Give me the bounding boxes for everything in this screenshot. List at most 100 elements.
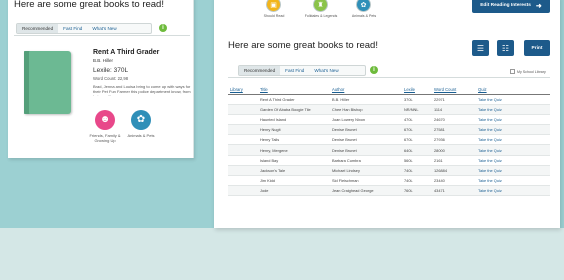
cell-word-count: 28000 — [432, 144, 476, 156]
cell-library — [228, 175, 258, 187]
castle-icon: ♜ — [317, 1, 324, 9]
paw-icon: ✿ — [360, 1, 367, 9]
person-icon: ☻ — [99, 114, 111, 125]
tab-whats-new[interactable]: What's New — [87, 24, 121, 33]
cell-lexile: 560L — [402, 155, 432, 166]
cell-lexile: 670L — [402, 124, 432, 136]
tab-fast-find[interactable]: Fast Find — [280, 66, 309, 75]
table-row[interactable]: Jim Kidd Sid Fleischman 740L 23440 Take the … — [228, 175, 550, 187]
cell-title: Henry Tails — [258, 134, 330, 146]
column-header-lexile[interactable]: Lexile — [402, 85, 432, 95]
info-icon[interactable]: i — [370, 66, 378, 74]
column-header-title[interactable]: Title — [258, 85, 330, 95]
cell-quiz-link[interactable]: Take the Quiz — [476, 124, 550, 136]
cell-title: Jackson's Tale — [258, 165, 330, 177]
table-row[interactable]: Haunted Island Joan Lowery Nixon 470L 24670… — [228, 114, 550, 126]
edit-reading-interests-button[interactable]: Edit Reading Interests ➜ — [472, 0, 550, 13]
book-title[interactable]: Rent A Third Grader — [93, 49, 159, 56]
page-title: Here are some great books to read! — [228, 40, 378, 51]
cell-author: Sid Fleischman — [330, 175, 402, 187]
cell-library — [228, 134, 258, 146]
category-animals-pets[interactable]: ✿ — [356, 0, 371, 12]
book-lexile: Lexile: 370L — [93, 67, 129, 74]
print-button[interactable]: Print — [524, 40, 550, 56]
paw-icon: ✿ — [136, 114, 146, 125]
column-header-word-count[interactable]: Word Count — [432, 85, 476, 95]
my-school-library-checkbox[interactable] — [510, 69, 515, 74]
book-list-tabs: Recommended Fast Find What's New — [16, 23, 152, 34]
tab-recommended[interactable]: Recommended — [239, 66, 281, 75]
my-school-library-label: My School Library — [517, 69, 546, 74]
book-cover[interactable] — [24, 51, 71, 114]
table-row[interactable]: Island Bay Barbara Cumbra 560L 2161 Take the… — [228, 155, 550, 166]
print-button-label: Print — [531, 45, 543, 51]
cell-lexile: NR/NNL — [402, 104, 432, 115]
cell-quiz-link[interactable]: Take the Quiz — [476, 104, 550, 115]
book-author: B.B. Hiller — [93, 58, 114, 63]
cell-author: Joan Lowery Nixon — [330, 114, 402, 126]
book-icon: ▣ — [270, 1, 277, 9]
list-view-button[interactable]: ☰ — [472, 40, 489, 56]
table-body: Rent A Third Grader B.B. Hiller 370L 22971 T… — [228, 94, 550, 197]
cell-lexile: 640L — [402, 144, 432, 156]
detail-view-button[interactable]: ☷ — [497, 40, 514, 56]
category-folktales-legends[interactable]: ♜ — [313, 0, 328, 12]
table-row[interactable]: Rent A Third Grader B.B. Hiller 370L 22971 T… — [228, 94, 550, 105]
cell-quiz-link[interactable]: Take the Quiz — [476, 155, 550, 166]
cell-quiz-link[interactable]: Take the Quiz — [476, 134, 550, 146]
table-header-row: Library Title Author Lexile Word Count Q… — [228, 85, 550, 95]
cell-quiz-link[interactable]: Take the Quiz — [476, 165, 550, 177]
column-header-library[interactable]: Library — [228, 85, 258, 95]
tab-recommended[interactable]: Recommended — [17, 24, 59, 33]
column-header-author[interactable]: Author — [330, 85, 402, 95]
cell-quiz-link[interactable]: Take the Quiz — [476, 114, 550, 126]
table-row[interactable]: Jackson's Tale Michael Lindsey 740L 126884 T… — [228, 165, 550, 177]
table-row[interactable]: Henry Tails Denise Brunet 670L 27936 Take th… — [228, 134, 550, 146]
cell-library — [228, 155, 258, 166]
cell-author: Michael Lindsey — [330, 165, 402, 177]
cell-quiz-link[interactable]: Take the Quiz — [476, 175, 550, 187]
cell-title: Island Bay — [258, 155, 330, 166]
category-animals-pets[interactable]: ✿ — [131, 110, 151, 130]
category-label: Should Read — [263, 14, 285, 18]
page-footer-band — [0, 228, 564, 280]
cell-author: Barbara Cumbra — [330, 155, 402, 166]
cell-author: Jean Craighead George — [330, 185, 402, 197]
tab-fast-find[interactable]: Fast Find — [58, 24, 87, 33]
page-title: Here are some great books to read! — [14, 0, 164, 10]
cell-word-count: 126884 — [432, 165, 476, 177]
category-friends-family[interactable]: ☻ — [95, 110, 115, 130]
cell-word-count: 22971 — [432, 94, 476, 105]
cell-author: Denise Brunet — [330, 124, 402, 136]
tab-divider — [228, 77, 550, 78]
table-row[interactable]: Henry Nugit Denise Brunet 670L 27581 Take th… — [228, 124, 550, 136]
cell-quiz-link[interactable]: Take the Quiz — [476, 185, 550, 197]
list-view-icon: ☰ — [476, 43, 485, 53]
table-row[interactable]: Henry, Mergene Denise Brunet 640L 28000 Take… — [228, 144, 550, 156]
cell-quiz-link[interactable]: Take the Quiz — [476, 94, 550, 105]
category-label: Animals & Pets — [351, 14, 377, 18]
book-list-tabs: Recommended Fast Find What's New — [238, 65, 366, 76]
book-results-table: Library Title Author Lexile Word Count Q… — [228, 85, 550, 197]
my-school-library-filter[interactable]: My School Library — [510, 69, 546, 74]
cell-author: B.B. Hiller — [330, 94, 402, 105]
tab-whats-new[interactable]: What's New — [309, 66, 343, 75]
cell-word-count: 24670 — [432, 114, 476, 126]
table-row[interactable]: Jode Jean Craighead George 760L 43471 Take t… — [228, 185, 550, 197]
cell-word-count: 43471 — [432, 185, 476, 197]
book-description: Brad, Jenna and Louisa bring to come up … — [93, 84, 191, 96]
cell-library — [228, 185, 258, 197]
cell-quiz-link[interactable]: Take the Quiz — [476, 144, 550, 156]
category-should-read[interactable]: ▣ — [266, 0, 281, 12]
category-label: Friends, Family & Growing Up — [89, 133, 121, 143]
cell-lexile: 370L — [402, 94, 432, 105]
book-word-count: Word Count: 22,98 — [93, 76, 129, 81]
book-list-panel: ▣ Should Read ♜ Folktales & Legends ✿ An… — [214, 0, 560, 228]
table-row[interactable]: Garden Of Ababa Boogie Tile Chee Han Bish… — [228, 104, 550, 115]
column-header-quiz[interactable]: Quiz — [476, 85, 550, 95]
cell-title: Jim Kidd — [258, 175, 330, 187]
info-icon[interactable]: i — [159, 24, 167, 32]
cell-library — [228, 94, 258, 105]
cell-title: Haunted Island — [258, 114, 330, 126]
cell-word-count: 23440 — [432, 175, 476, 187]
